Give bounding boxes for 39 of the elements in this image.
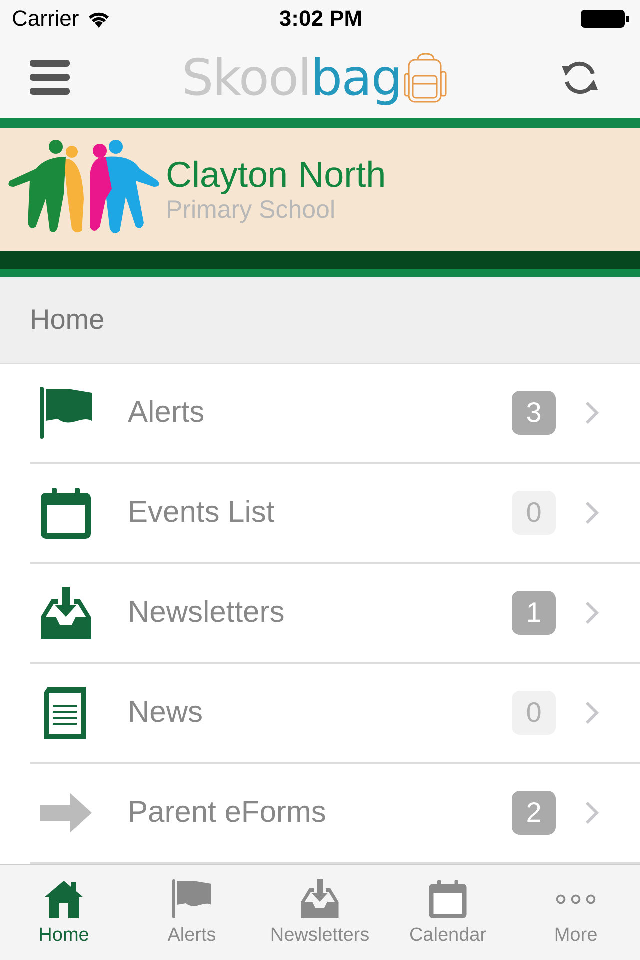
menu-item[interactable]: News 0 xyxy=(30,664,640,764)
item-label: News xyxy=(128,696,204,730)
school-name: Clayton North xyxy=(166,154,386,196)
chevron-icon xyxy=(584,700,600,726)
inbox-icon xyxy=(299,878,341,920)
menu-item[interactable]: Newsletters 1 xyxy=(30,564,640,664)
chevron-icon xyxy=(584,500,600,526)
menu-icon[interactable] xyxy=(30,60,70,96)
tab[interactable]: Alerts xyxy=(128,864,256,960)
clock-time: 3:02 PM xyxy=(279,6,363,32)
count-badge: 2 xyxy=(512,790,556,835)
backpack-icon xyxy=(404,52,448,104)
calendar-icon xyxy=(427,878,469,920)
item-label: Newsletters xyxy=(128,596,286,630)
house-icon xyxy=(43,878,85,920)
tab[interactable]: Home xyxy=(0,864,128,960)
flag-icon xyxy=(171,878,213,920)
item-label: Alerts xyxy=(128,396,206,430)
count-badge: 0 xyxy=(512,690,556,735)
inbox-icon xyxy=(38,584,94,641)
carrier-label: Carrier xyxy=(12,6,80,32)
flag-icon xyxy=(38,384,94,441)
tab[interactable]: Newsletters xyxy=(256,864,384,960)
chevron-icon xyxy=(584,400,600,426)
item-label: Parent eForms xyxy=(128,796,328,830)
menu-item[interactable]: Alerts 3 xyxy=(30,364,640,464)
item-label: Events List xyxy=(128,496,276,530)
count-badge: 1 xyxy=(512,590,556,635)
tab[interactable]: More xyxy=(512,864,640,960)
count-badge: 3 xyxy=(512,390,556,435)
wifi-icon xyxy=(87,10,112,28)
section-header: Home xyxy=(0,276,640,364)
battery-icon xyxy=(580,9,630,30)
menu-item[interactable]: Events List 0 xyxy=(30,464,640,564)
count-badge: 0 xyxy=(512,490,556,535)
chevron-icon xyxy=(584,600,600,626)
tab[interactable]: Calendar xyxy=(384,864,512,960)
chevron-icon xyxy=(584,800,600,826)
school-type: Primary School xyxy=(166,196,336,225)
